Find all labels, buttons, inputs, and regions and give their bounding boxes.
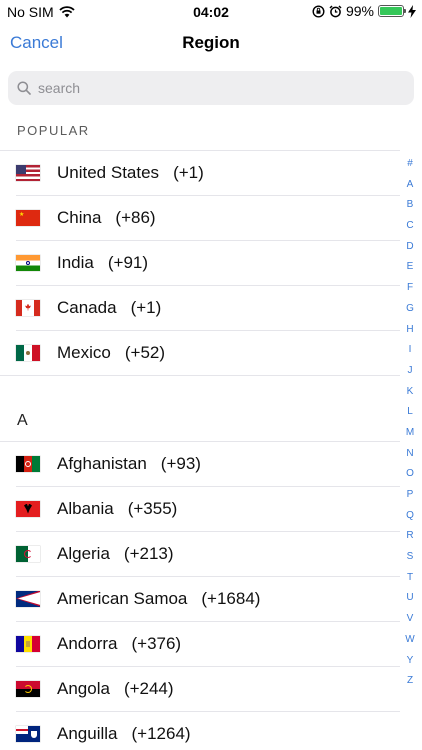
dial-code: (+91) <box>107 252 149 272</box>
list-item-anguilla[interactable]: Anguilla (+1264) <box>0 711 400 750</box>
flag-cn-icon: ★ <box>16 209 40 226</box>
dial-code: (+93) <box>160 453 201 473</box>
section-header-a: A <box>0 375 400 441</box>
dial-code: (+355) <box>127 498 178 518</box>
list-item-angola[interactable]: Angola (+244) <box>0 666 400 711</box>
country-name: Canada <box>57 297 117 317</box>
index-letter[interactable]: E <box>402 261 418 282</box>
index-letter[interactable]: M <box>402 427 418 448</box>
index-letter[interactable]: C <box>402 220 418 241</box>
index-letter[interactable]: U <box>402 592 418 613</box>
country-name: Mexico <box>57 342 111 362</box>
section-title: A <box>17 412 28 429</box>
flag-al-icon <box>16 500 40 517</box>
flag-us-icon <box>16 164 40 181</box>
index-letter[interactable]: A <box>402 179 418 200</box>
search-input[interactable] <box>38 80 378 96</box>
index-letter[interactable]: B <box>402 199 418 220</box>
list-item-united-states[interactable]: United States (+1) <box>0 150 400 195</box>
country-name: Afghanistan <box>57 453 147 473</box>
flag-af-icon <box>16 455 40 472</box>
flag-ao-icon <box>16 680 40 697</box>
list-item-canada[interactable]: Canada (+1) <box>0 285 400 330</box>
index-letter[interactable]: F <box>402 282 418 303</box>
status-bar: No SIM 04:02 99% <box>0 0 422 24</box>
index-letter[interactable]: I <box>402 344 418 365</box>
orientation-lock-icon <box>312 4 325 18</box>
list-item-andorra[interactable]: Andorra (+376) <box>0 621 400 666</box>
country-name: United States <box>57 162 160 182</box>
index-letter[interactable]: S <box>402 551 418 572</box>
index-letter[interactable]: R <box>402 530 418 551</box>
dial-code: (+376) <box>131 633 182 653</box>
index-letter[interactable]: Y <box>402 655 418 676</box>
battery-icon <box>378 5 406 17</box>
flag-ad-icon <box>16 635 40 652</box>
dial-code: (+52) <box>124 342 166 362</box>
list-item-algeria[interactable]: Algeria (+213) <box>0 531 400 576</box>
country-name: China <box>57 207 102 227</box>
index-letter[interactable]: G <box>402 303 418 324</box>
flag-dz-icon <box>16 545 40 562</box>
dial-code: (+1) <box>173 162 204 182</box>
dial-code: (+1684) <box>201 588 261 608</box>
index-letter[interactable]: H <box>402 324 418 345</box>
index-letter[interactable]: P <box>402 489 418 510</box>
list-item-china[interactable]: ★ China (+86) <box>0 195 400 240</box>
list-item-american-samoa[interactable]: American Samoa (+1684) <box>0 576 400 621</box>
index-letter[interactable]: # <box>402 158 418 179</box>
dial-code: (+244) <box>123 678 174 698</box>
index-letter[interactable]: W <box>402 634 418 655</box>
section-header-popular: POPULAR <box>0 112 400 150</box>
charging-bolt-icon <box>408 4 416 18</box>
index-letter[interactable]: Q <box>402 510 418 531</box>
country-name: Andorra <box>57 633 118 653</box>
index-letter[interactable]: V <box>402 613 418 634</box>
index-letter[interactable]: N <box>402 448 418 469</box>
flag-as-icon <box>16 590 40 607</box>
country-name: American Samoa <box>57 588 188 608</box>
index-letter[interactable]: Z <box>402 675 418 696</box>
country-name: Angola <box>57 678 110 698</box>
index-letter[interactable]: T <box>402 572 418 593</box>
index-letter[interactable]: L <box>402 406 418 427</box>
page-title: Region <box>182 33 240 52</box>
search-icon <box>17 81 31 95</box>
region-list[interactable]: POPULAR United States (+1) ★ China (+86) I… <box>0 112 400 750</box>
index-letter[interactable]: K <box>402 386 418 407</box>
country-name: Albania <box>57 498 114 518</box>
dial-code: (+1) <box>130 297 162 317</box>
index-letter[interactable]: J <box>402 365 418 386</box>
flag-ca-icon <box>16 299 40 316</box>
list-item-afghanistan[interactable]: Afghanistan (+93) <box>0 441 400 486</box>
section-title: POPULAR <box>17 123 90 138</box>
list-item-india[interactable]: India (+91) <box>0 240 400 285</box>
country-name: India <box>57 252 94 272</box>
country-name: Algeria <box>57 543 110 563</box>
country-name: Anguilla <box>57 723 118 743</box>
index-letter[interactable]: D <box>402 241 418 262</box>
index-letter[interactable]: O <box>402 468 418 489</box>
dial-code: (+1264) <box>131 723 191 743</box>
search-bar[interactable] <box>8 71 414 105</box>
flag-in-icon <box>16 254 40 271</box>
alarm-icon <box>329 4 342 17</box>
alphabet-index[interactable]: # A B C D E F G H I J K L M N O P Q R S T U V W Y Z <box>402 158 418 696</box>
flag-mx-icon <box>16 344 40 361</box>
list-item-mexico[interactable]: Mexico (+52) <box>0 330 400 375</box>
dial-code: (+213) <box>123 543 174 563</box>
flag-ai-icon <box>16 725 40 742</box>
list-item-albania[interactable]: Albania (+355) <box>0 486 400 531</box>
navigation-bar: Cancel Region <box>0 24 422 66</box>
dial-code: (+86) <box>115 207 156 227</box>
status-right: 99% <box>312 3 416 19</box>
battery-percent: 99% <box>345 3 374 19</box>
